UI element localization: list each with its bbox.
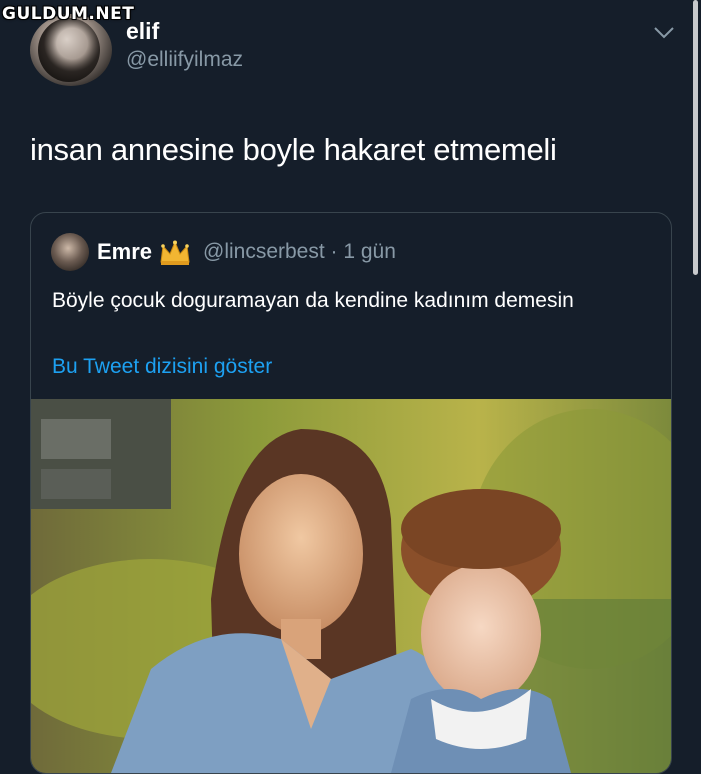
user-handle[interactable]: @elliifyilmaz — [126, 48, 243, 72]
quoted-tweet[interactable]: Emre @lincserbest · 1 gün Böyle çocuk do… — [30, 212, 672, 774]
quoted-avatar[interactable] — [51, 233, 89, 271]
scrollbar[interactable] — [693, 0, 698, 275]
quoted-display-name[interactable]: Emre — [97, 239, 152, 265]
avatar[interactable] — [30, 14, 112, 86]
chevron-down-icon[interactable] — [652, 20, 676, 44]
tweet-photo[interactable] — [31, 399, 671, 773]
quoted-tweet-text: Böyle çocuk doguramayan da kendine kadın… — [52, 289, 574, 312]
watermark: GULDUM.NET — [2, 4, 135, 24]
quoted-handle-time[interactable]: @lincserbest · 1 gün — [203, 240, 396, 264]
crown-icon — [160, 240, 190, 265]
show-thread-link[interactable]: Bu Tweet dizisini göster — [52, 355, 272, 379]
tweet-text: insan annesine boyle hakaret etmemeli — [30, 132, 557, 167]
